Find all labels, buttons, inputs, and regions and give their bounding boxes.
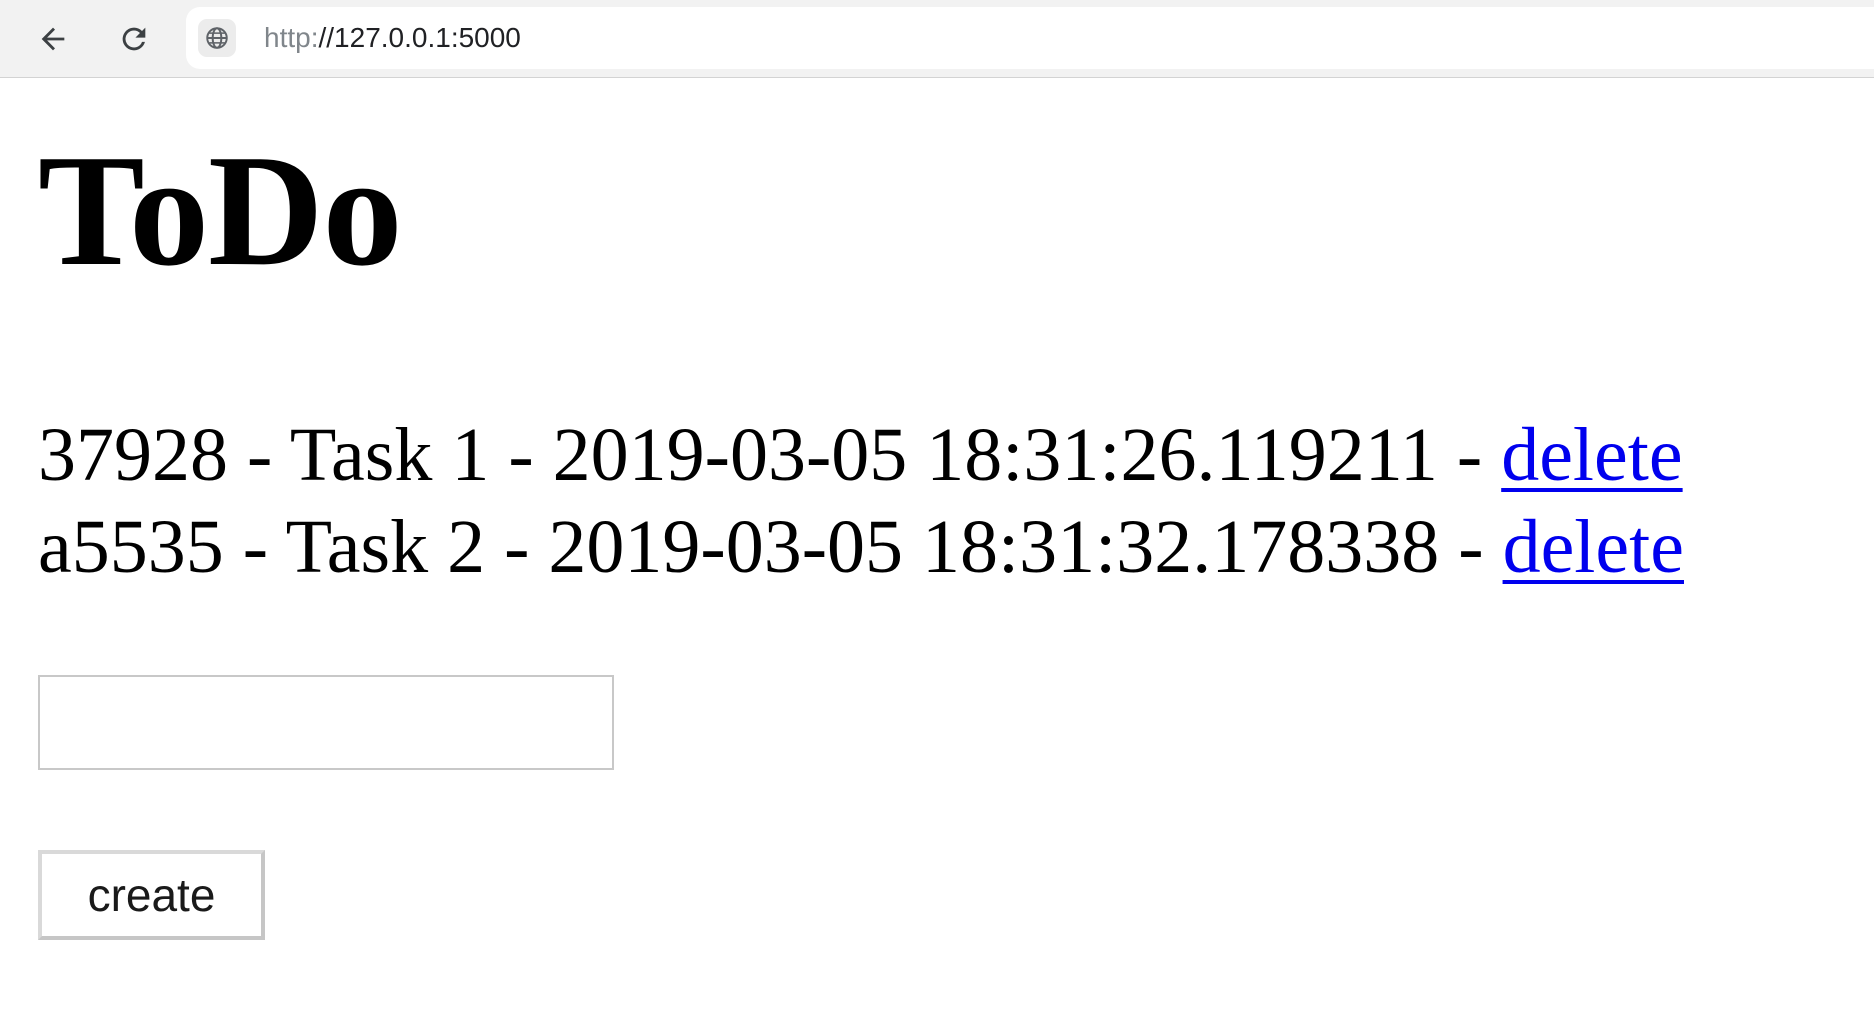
url-text[interactable]: http://127.0.0.1:5000	[264, 7, 521, 69]
site-info-button[interactable]	[198, 19, 236, 57]
task-item: 37928 - Task 1 - 2019-03-05 18:31:26.119…	[38, 409, 1838, 501]
task-item: a5535 - Task 2 - 2019-03-05 18:31:32.178…	[38, 501, 1838, 593]
task-text: 37928 - Task 1 - 2019-03-05 18:31:26.119…	[38, 413, 1502, 497]
task-list: 37928 - Task 1 - 2019-03-05 18:31:26.119…	[38, 409, 1838, 593]
url-scheme: http:	[264, 22, 319, 53]
reload-button[interactable]	[109, 14, 159, 64]
url-host: //127.0.0.1:5000	[318, 22, 521, 53]
task-text: a5535 - Task 2 - 2019-03-05 18:31:32.178…	[38, 505, 1503, 589]
globe-icon	[206, 27, 228, 49]
browser-toolbar: http://127.0.0.1:5000	[0, 0, 1874, 78]
reload-icon	[122, 27, 146, 51]
address-bar[interactable]: http://127.0.0.1:5000	[186, 7, 1874, 69]
delete-link[interactable]: delete	[1501, 413, 1682, 497]
back-button[interactable]	[28, 14, 78, 64]
arrow-left-icon	[41, 27, 65, 51]
new-task-input[interactable]	[38, 675, 614, 770]
page-title: ToDo	[38, 121, 403, 299]
delete-link[interactable]: delete	[1503, 505, 1684, 589]
create-button[interactable]: create	[38, 850, 265, 940]
